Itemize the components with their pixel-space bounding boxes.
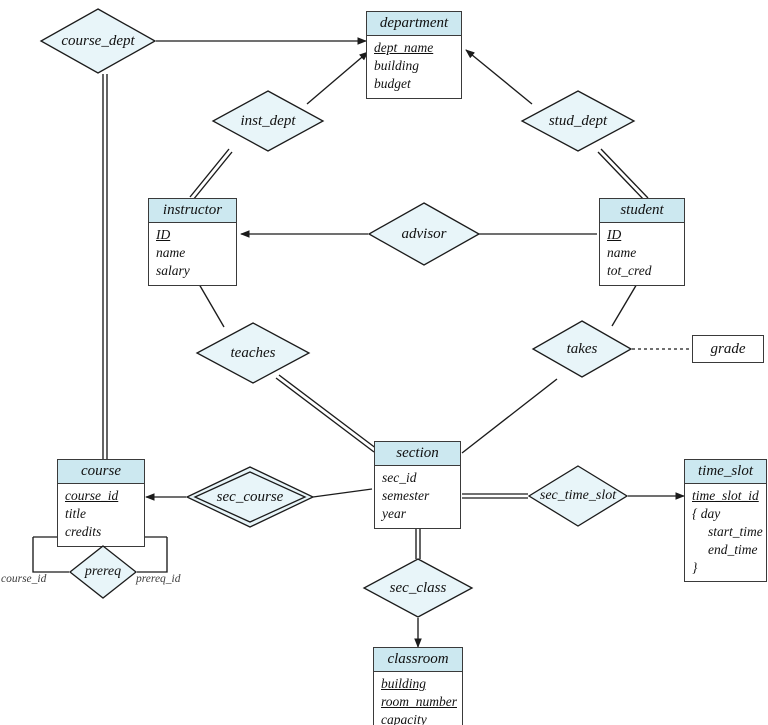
entity-student-attributes: ID name tot_cred [600, 223, 684, 284]
entity-department-title: department [367, 12, 461, 37]
entity-department-attributes: dept_name building budget [367, 36, 461, 97]
entity-classroom[interactable]: classroom building room_number capacity [373, 647, 463, 725]
attribute-tot-cred: tot_cred [607, 262, 652, 278]
attribute-credits: credits [65, 523, 102, 539]
attribute-dept-name: dept_name [374, 40, 434, 56]
attribute-budget: budget [374, 75, 411, 91]
relationship-prereq[interactable]: prereq [68, 545, 138, 599]
entity-course[interactable]: course course_id title credits [57, 459, 145, 547]
entity-department[interactable]: department dept_name building budget [366, 11, 462, 99]
entity-course-attributes: course_id title credits [58, 484, 144, 545]
entity-instructor[interactable]: instructor ID name salary [148, 198, 237, 286]
relationship-inst-dept[interactable]: inst_dept [211, 90, 325, 152]
line-takes-to-section [461, 378, 558, 454]
line-stud-dept-to-student-a [600, 148, 649, 199]
entity-instructor-title: instructor [149, 199, 236, 224]
attribute-salary: salary [156, 262, 190, 278]
attribute-day: { day [692, 506, 721, 522]
relationship-sec-class[interactable]: sec_class [362, 558, 474, 618]
attribute-instructor-id: ID [156, 227, 171, 243]
entity-time-slot-title: time_slot [685, 460, 766, 485]
entity-time-slot[interactable]: time_slot time_slot_id { day start_time … [684, 459, 767, 583]
entity-student-title: student [600, 199, 684, 224]
relationship-teaches[interactable]: teaches [195, 322, 311, 384]
entity-classroom-title: classroom [374, 648, 462, 673]
entity-instructor-attributes: ID name salary [149, 223, 236, 284]
entity-student[interactable]: student ID name tot_cred [599, 198, 685, 286]
entity-course-title: course [58, 460, 144, 485]
relationship-course-dept[interactable]: course_dept [39, 8, 157, 74]
attribute-year: year [382, 505, 406, 521]
entity-time-slot-attributes: time_slot_id { day start_time end_time } [685, 484, 766, 581]
line-inst-dept-to-instructor-a [189, 148, 230, 198]
relationship-takes[interactable]: takes [531, 320, 633, 378]
attribute-student-id: ID [607, 227, 622, 243]
attribute-instructor-name: name [156, 245, 186, 261]
relationship-advisor[interactable]: advisor [367, 202, 481, 266]
attribute-box-grade[interactable]: grade [692, 335, 764, 363]
attribute-room-number: room_number [381, 694, 457, 710]
relationship-sec-course[interactable]: sec_course [185, 466, 315, 528]
attribute-start-time: start_time [708, 523, 763, 539]
relationship-stud-dept[interactable]: stud_dept [520, 90, 636, 152]
attribute-capacity: capacity [381, 711, 427, 725]
entity-section-title: section [375, 442, 460, 467]
entity-classroom-attributes: building room_number capacity [374, 672, 462, 725]
role-label-prereq-id: prereq_id [136, 573, 181, 585]
entity-section[interactable]: section sec_id semester year [374, 441, 461, 529]
attribute-sec-id: sec_id [382, 470, 417, 486]
attribute-student-name: name [607, 245, 637, 261]
er-diagram-canvas: department dept_name building budget ins… [0, 0, 768, 725]
relationship-sec-time-slot[interactable]: sec_time_slot [527, 465, 629, 527]
attribute-close-brace: } [692, 559, 698, 575]
attribute-time-slot-id: time_slot_id [692, 488, 759, 504]
attribute-building: building [374, 58, 420, 74]
attribute-course-id: course_id [65, 488, 119, 504]
role-label-course-id: course_id [1, 573, 47, 585]
attribute-classroom-building: building [381, 676, 427, 692]
attribute-title: title [65, 506, 86, 522]
attribute-end-time: end_time [708, 541, 758, 557]
line-inst-dept-to-instructor-b [192, 151, 233, 201]
entity-section-attributes: sec_id semester year [375, 466, 460, 527]
line-sec-course-to-section [312, 488, 373, 498]
attribute-semester: semester [382, 488, 430, 504]
line-teaches-to-section-a [275, 377, 375, 453]
line-teaches-to-section-b [278, 374, 378, 450]
line-stud-dept-to-student-b [597, 151, 646, 202]
